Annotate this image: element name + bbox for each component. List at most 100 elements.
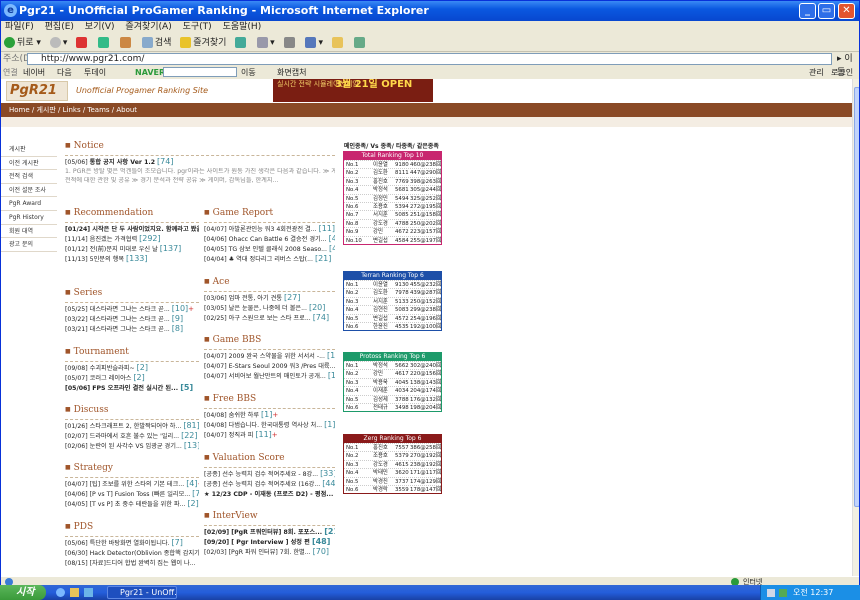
sidebar-item-record-search[interactable]: 전적 검색 xyxy=(1,170,57,184)
post-title[interactable]: 특단한 바탕화면 열화이됩니다. xyxy=(90,540,170,547)
post-title[interactable]: [PgR 파워 인터뷰] 7회. 한별... xyxy=(229,549,311,556)
post-title[interactable]: 시작은 단 두 사람이었지요. 함께라고 봤을... xyxy=(92,226,199,233)
discuss-title[interactable]: Discuss xyxy=(74,405,109,415)
ranking-row[interactable]: No.3 서지훈 5133 250@152回 xyxy=(344,296,441,305)
post-title[interactable]: 대스타라면 그냐는 스타크 곧... xyxy=(90,316,170,323)
free-bbs-row[interactable]: [04/07] 정직과 피 [11]+ xyxy=(204,431,335,440)
site-nav[interactable]: Home / 게시판 / Links / Teams / About xyxy=(1,103,852,117)
menu-tools[interactable]: 도구(T) xyxy=(183,22,212,32)
game-report-title[interactable]: Game Report xyxy=(213,208,273,218)
sidebar-item-board[interactable]: 게시판 xyxy=(1,143,57,157)
notice-row[interactable]: [05/06] 통합 공지 사항 Ver 1.2 [74] xyxy=(65,158,335,167)
ranking-title[interactable]: Terran Ranking Top 6 xyxy=(344,272,441,280)
ranking-row[interactable]: No.2 강민 4617 220@156回 xyxy=(344,369,441,377)
series-title[interactable]: Series xyxy=(74,288,103,298)
menu-view[interactable]: 보기(V) xyxy=(85,22,115,32)
post-title[interactable]: 눈란이 된 사각수 VS 임광균 경기... xyxy=(90,443,182,450)
ranking-title[interactable]: Protoss Ranking Top 6 xyxy=(344,353,441,361)
taskbar-item-ie[interactable]: Pgr21 - UnOff... xyxy=(107,586,177,599)
ace-row[interactable]: [03/06] 업마 전통, 아기 견통 [27] xyxy=(204,294,335,303)
sidebar-item-old-survey[interactable]: 이전 설문 조사 xyxy=(1,184,57,198)
ranking-row[interactable]: No.1 이윤열 9130 455@232回 xyxy=(344,280,441,288)
sidebar-item-pgr-history[interactable]: PgR History xyxy=(1,211,57,225)
post-title[interactable]: 대스타라면 그냐는 스타크 곧... xyxy=(90,306,170,313)
post-title[interactable]: [팁] 조보를 위한 스타의 기본 테크... xyxy=(90,481,185,488)
ranking-row[interactable]: No.5 김성제 3788 176@132回 xyxy=(344,394,441,403)
interview-row[interactable]: [02/09] [PgR 프워인터뷰] 8회. 포포스... [21] xyxy=(204,528,335,537)
back-button[interactable]: 뒤로 ▾ xyxy=(4,34,41,52)
maximize-button[interactable]: ▭ xyxy=(818,3,835,19)
valuation-score-title[interactable]: Valuation Score xyxy=(213,453,285,463)
sidebar-item-ads[interactable]: 광고 문의 xyxy=(1,238,57,252)
interview-row[interactable]: [09/20] [ Pgr Interview ] 성정 편 [48] xyxy=(204,538,335,547)
post-title[interactable]: [T vs P] 초 중수 테란들을 위한 파... xyxy=(90,501,186,508)
valuation-score-row[interactable]: [공종] 선수 능력치 검수 적여주세요 (16강... [44] xyxy=(204,480,335,489)
recommendation-title[interactable]: Recommendation xyxy=(74,208,154,218)
ranking-row[interactable]: No.3 홍진호 7769 398@263回 xyxy=(344,176,441,185)
ace-row[interactable]: [02/25] 아구 스원으로 보는 스타 프로... [74] xyxy=(204,314,335,323)
search-button[interactable]: 검색 xyxy=(141,34,171,52)
post-title[interactable]: 숨쉬한 하루 xyxy=(229,412,259,419)
strategy-row[interactable]: [04/05] [T vs P] 초 중수 테란들을 위한 파... [2] xyxy=(65,500,199,509)
interview-title[interactable]: InterView xyxy=(213,511,258,521)
ranking-row[interactable]: No.4 박태민 3620 171@117回 xyxy=(344,468,441,476)
post-title[interactable]: 전(前)문지 미대로 우신 날 xyxy=(90,246,158,253)
pds-row[interactable]: [06/30] Hack Detector(Oblivion 종합핵 감지기..… xyxy=(65,549,199,558)
post-title[interactable]: ♣ 역대 정다리그 리버스 스탑(... xyxy=(229,256,313,263)
post-title[interactable]: E-Stars Seoul 2009 워3 /Pres 대륙... xyxy=(229,363,335,370)
post-title[interactable]: 스타크래프트 2, 한발짝되어야 하... xyxy=(90,423,182,430)
post-title[interactable]: 통합 공지 사항 Ver 1.2 xyxy=(90,159,155,166)
menu-edit[interactable]: 편집(E) xyxy=(45,22,74,32)
ranking-tabs[interactable]: 메인종족/ Vs 종족/ 타종족/ 같은종족 xyxy=(344,141,439,150)
site-logo[interactable]: PgR21 xyxy=(6,81,68,101)
menu-file[interactable]: 파일(F) xyxy=(5,22,34,32)
quicklaunch-folder-icon[interactable] xyxy=(70,588,79,597)
link-naver[interactable]: 네이버 xyxy=(23,66,45,79)
post-title[interactable]: 드라마에서 호흔 불수 있는 '일리... xyxy=(90,433,179,440)
messenger-button[interactable] xyxy=(353,34,367,52)
post-title[interactable]: 아구 스원으로 보는 스타 프로... xyxy=(229,315,311,322)
quicklaunch-desktop-icon[interactable] xyxy=(84,588,93,597)
strategy-row[interactable]: [04/07] [팁] 조보를 위한 스타의 기본 테크... [4]+ xyxy=(65,480,199,489)
close-button[interactable]: ✕ xyxy=(838,3,855,19)
home-button[interactable] xyxy=(119,34,133,52)
discuss-row[interactable]: [01/26] 스타크래프트 2, 한발짝되어야 하... [81]+ xyxy=(65,422,199,431)
series-row[interactable]: [03/21] 대스타라면 그냐는 스타크 곧... [8] xyxy=(65,325,199,334)
ranking-row[interactable]: No.6 전태규 3498 198@204回 xyxy=(344,402,441,411)
link-daum[interactable]: 다음 xyxy=(57,66,72,79)
interview-row[interactable]: [02/03] [PgR 파워 인터뷰] 7회. 한별... [70] xyxy=(204,548,335,557)
quicklaunch-ie-icon[interactable] xyxy=(56,588,65,597)
free-bbs-row[interactable]: [04/08] 다범습니다. 한국대통령 역사상 처... [1]+ xyxy=(204,421,335,430)
ranking-row[interactable]: No.4 김현진 5083 299@238回 xyxy=(344,305,441,313)
ranking-row[interactable]: No.1 홍진호 7557 386@258回 xyxy=(344,443,441,451)
address-input[interactable]: http://www.pgr21.com/ xyxy=(27,53,832,65)
post-title[interactable]: [PgR 프워인터뷰] 8회. 포포스... xyxy=(231,529,322,536)
ranking-row[interactable]: No.5 변길섭 4572 254@196回 xyxy=(344,313,441,322)
ranking-row[interactable]: No.3 박용욱 4045 138@143回 xyxy=(344,377,441,386)
ranking-row[interactable]: No.2 김도환 8111 447@290回 xyxy=(344,168,441,176)
tournament-title[interactable]: Tournament xyxy=(74,347,129,357)
post-title[interactable]: [자료]드디어 합법 완벽히 집는 웹이 나... xyxy=(90,560,196,567)
game-report-row[interactable]: [04/05] TG 삼보 인텔 클래식 2008 Seaso... [4] xyxy=(204,245,335,254)
ranking-row[interactable]: No.10 변길섭 4584 255@197回 xyxy=(344,235,441,244)
ad-banner[interactable]: 실시간 전략 시뮬레이션게임 3월 21일 OPEN xyxy=(273,79,433,102)
folder-button[interactable] xyxy=(331,34,345,52)
recommendation-row[interactable]: [01/12] 전(前)문지 미대로 우신 날 [137] xyxy=(65,245,199,254)
game-report-row[interactable]: [04/04] ♣ 역대 정다리그 리버스 스탑(... [21] xyxy=(204,255,335,264)
sidebar-item-members[interactable]: 회원 대역 xyxy=(1,225,57,239)
tray-network-icon[interactable] xyxy=(779,589,787,597)
free-bbs-title[interactable]: Free BBS xyxy=(213,394,256,404)
scrollbar-thumb[interactable] xyxy=(854,87,859,507)
ranking-row[interactable]: No.9 강민 4672 223@157回 xyxy=(344,227,441,235)
game-bbs-title[interactable]: Game BBS xyxy=(213,335,262,345)
naver-search-input[interactable] xyxy=(163,67,237,77)
ranking-row[interactable]: No.5 박경진 3737 174@129回 xyxy=(344,476,441,485)
pds-row[interactable]: [05/06] 특단한 바탕화면 열화이됩니다. [7] xyxy=(65,539,199,548)
ranking-row[interactable]: No.6 한윤진 4535 192@100回 xyxy=(344,321,441,330)
post-title[interactable]: 2009 완국 스약물을 위한 서서서 -... xyxy=(229,353,325,360)
post-title[interactable]: 업마 전통, 아기 견통 xyxy=(229,295,282,302)
minimize-button[interactable]: _ xyxy=(799,3,816,19)
valuation-score-row[interactable]: ★ 12/23 CDP - 이재동 (프로즈 D2) - 평점... [21] xyxy=(204,490,335,499)
sidebar-item-pgr-award[interactable]: PgR Award xyxy=(1,197,57,211)
ranking-row[interactable]: No.6 박경락 3559 178@147回 xyxy=(344,484,441,493)
